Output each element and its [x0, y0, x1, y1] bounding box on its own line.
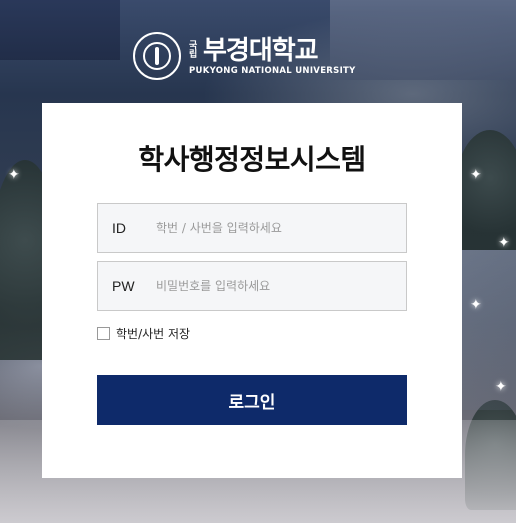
logo-gukrip: 국립 — [189, 40, 198, 60]
logo-wordmark: 국립 부경대학교 PUKYONG NATIONAL UNIVERSITY — [189, 37, 356, 76]
background-tree — [455, 130, 516, 250]
background-building-left — [0, 0, 120, 60]
pw-field[interactable]: PW — [97, 261, 407, 311]
remember-id-checkbox[interactable] — [97, 327, 110, 340]
id-input[interactable] — [156, 204, 406, 252]
sparkle-icon: ✦ — [498, 235, 510, 251]
emblem-inner-icon — [143, 42, 171, 70]
remember-id-label[interactable]: 학번/사번 저장 — [116, 325, 190, 342]
page-title: 학사행정정보시스템 — [138, 143, 366, 176]
sparkle-icon: ✦ — [495, 379, 507, 395]
logo-university-name: 부경대학교 — [203, 35, 319, 66]
logo-top-row: 국립 부경대학교 — [189, 37, 356, 65]
university-logo: 국립 부경대학교 PUKYONG NATIONAL UNIVERSITY — [133, 31, 356, 81]
password-input[interactable] — [156, 262, 406, 310]
sparkle-icon: ✦ — [8, 167, 20, 183]
login-button[interactable]: 로그인 — [97, 375, 407, 425]
sparkle-icon: ✦ — [470, 167, 482, 183]
id-field-label: ID — [112, 220, 126, 236]
background-building-right — [330, 0, 516, 80]
logo-university-name-en: PUKYONG NATIONAL UNIVERSITY — [189, 65, 356, 76]
login-page: ✦ ✦ ✦ ✦ ✦ 국립 부경대학교 PUKYONG NATIONAL UNIV… — [0, 0, 516, 523]
sparkle-icon: ✦ — [470, 297, 482, 313]
login-card: 학사행정정보시스템 ID PW 학번/사번 저장 로그인 — [42, 103, 462, 478]
university-emblem-icon — [133, 32, 181, 80]
pw-field-label: PW — [112, 278, 135, 294]
id-field[interactable]: ID — [97, 203, 407, 253]
remember-id-option[interactable]: 학번/사번 저장 — [97, 325, 190, 342]
